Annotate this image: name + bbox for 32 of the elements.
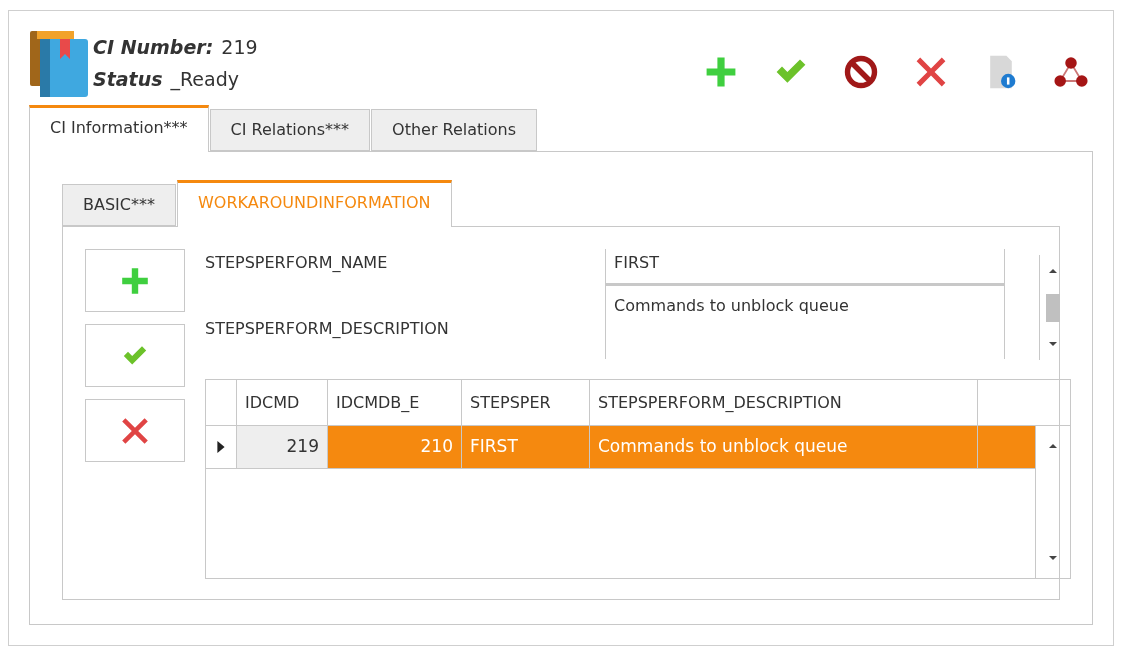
tab[interactable]: CI Information*** [29, 105, 209, 152]
input-field[interactable]: FIRST [605, 249, 1005, 286]
row-indicator-icon [217, 441, 225, 453]
book-icon [29, 31, 89, 97]
column-header[interactable]: IDCMDB_E [328, 380, 462, 425]
field-label: STEPSPERFORM_NAME [205, 252, 389, 274]
arrow-down-icon[interactable] [1048, 340, 1057, 348]
table-cell: Commands to unblock queue [590, 426, 978, 468]
ci-number-label: CI Number: [93, 35, 214, 60]
arrow-up-icon[interactable] [1049, 442, 1057, 450]
field-label: STEPSPERFORM_DESCRIPTION [205, 318, 450, 340]
table-row[interactable]: 219 210 FIRST Commands to unblock queue [206, 426, 1035, 469]
save-row-button[interactable] [85, 324, 185, 387]
tab[interactable]: BASIC*** [62, 184, 176, 226]
delete-row-button[interactable] [85, 399, 185, 462]
text-area[interactable]: Commands to unblock queue [605, 286, 1005, 359]
scroll-thumb[interactable] [1045, 293, 1060, 322]
tab[interactable]: CI Relations*** [209, 109, 371, 151]
column-header[interactable]: STEPSPERFORM_DESCRIPTION [590, 380, 978, 425]
status-value: _Ready [170, 67, 239, 93]
network-icon [1053, 54, 1089, 90]
table-cell: 219 [237, 426, 328, 468]
status-label: Status [93, 67, 163, 92]
prohibited-icon [843, 54, 879, 90]
ci-number: 219 [221, 35, 258, 60]
table-cell: FIRST [462, 426, 590, 468]
tab[interactable]: Other Relations [371, 109, 538, 151]
arrow-down-icon[interactable] [1049, 554, 1057, 562]
arrow-up-icon[interactable] [1048, 267, 1057, 275]
column-header[interactable]: STEPSPER [462, 380, 590, 425]
table-cell: 210 [328, 426, 462, 468]
column-header[interactable]: IDCMD [237, 380, 328, 425]
